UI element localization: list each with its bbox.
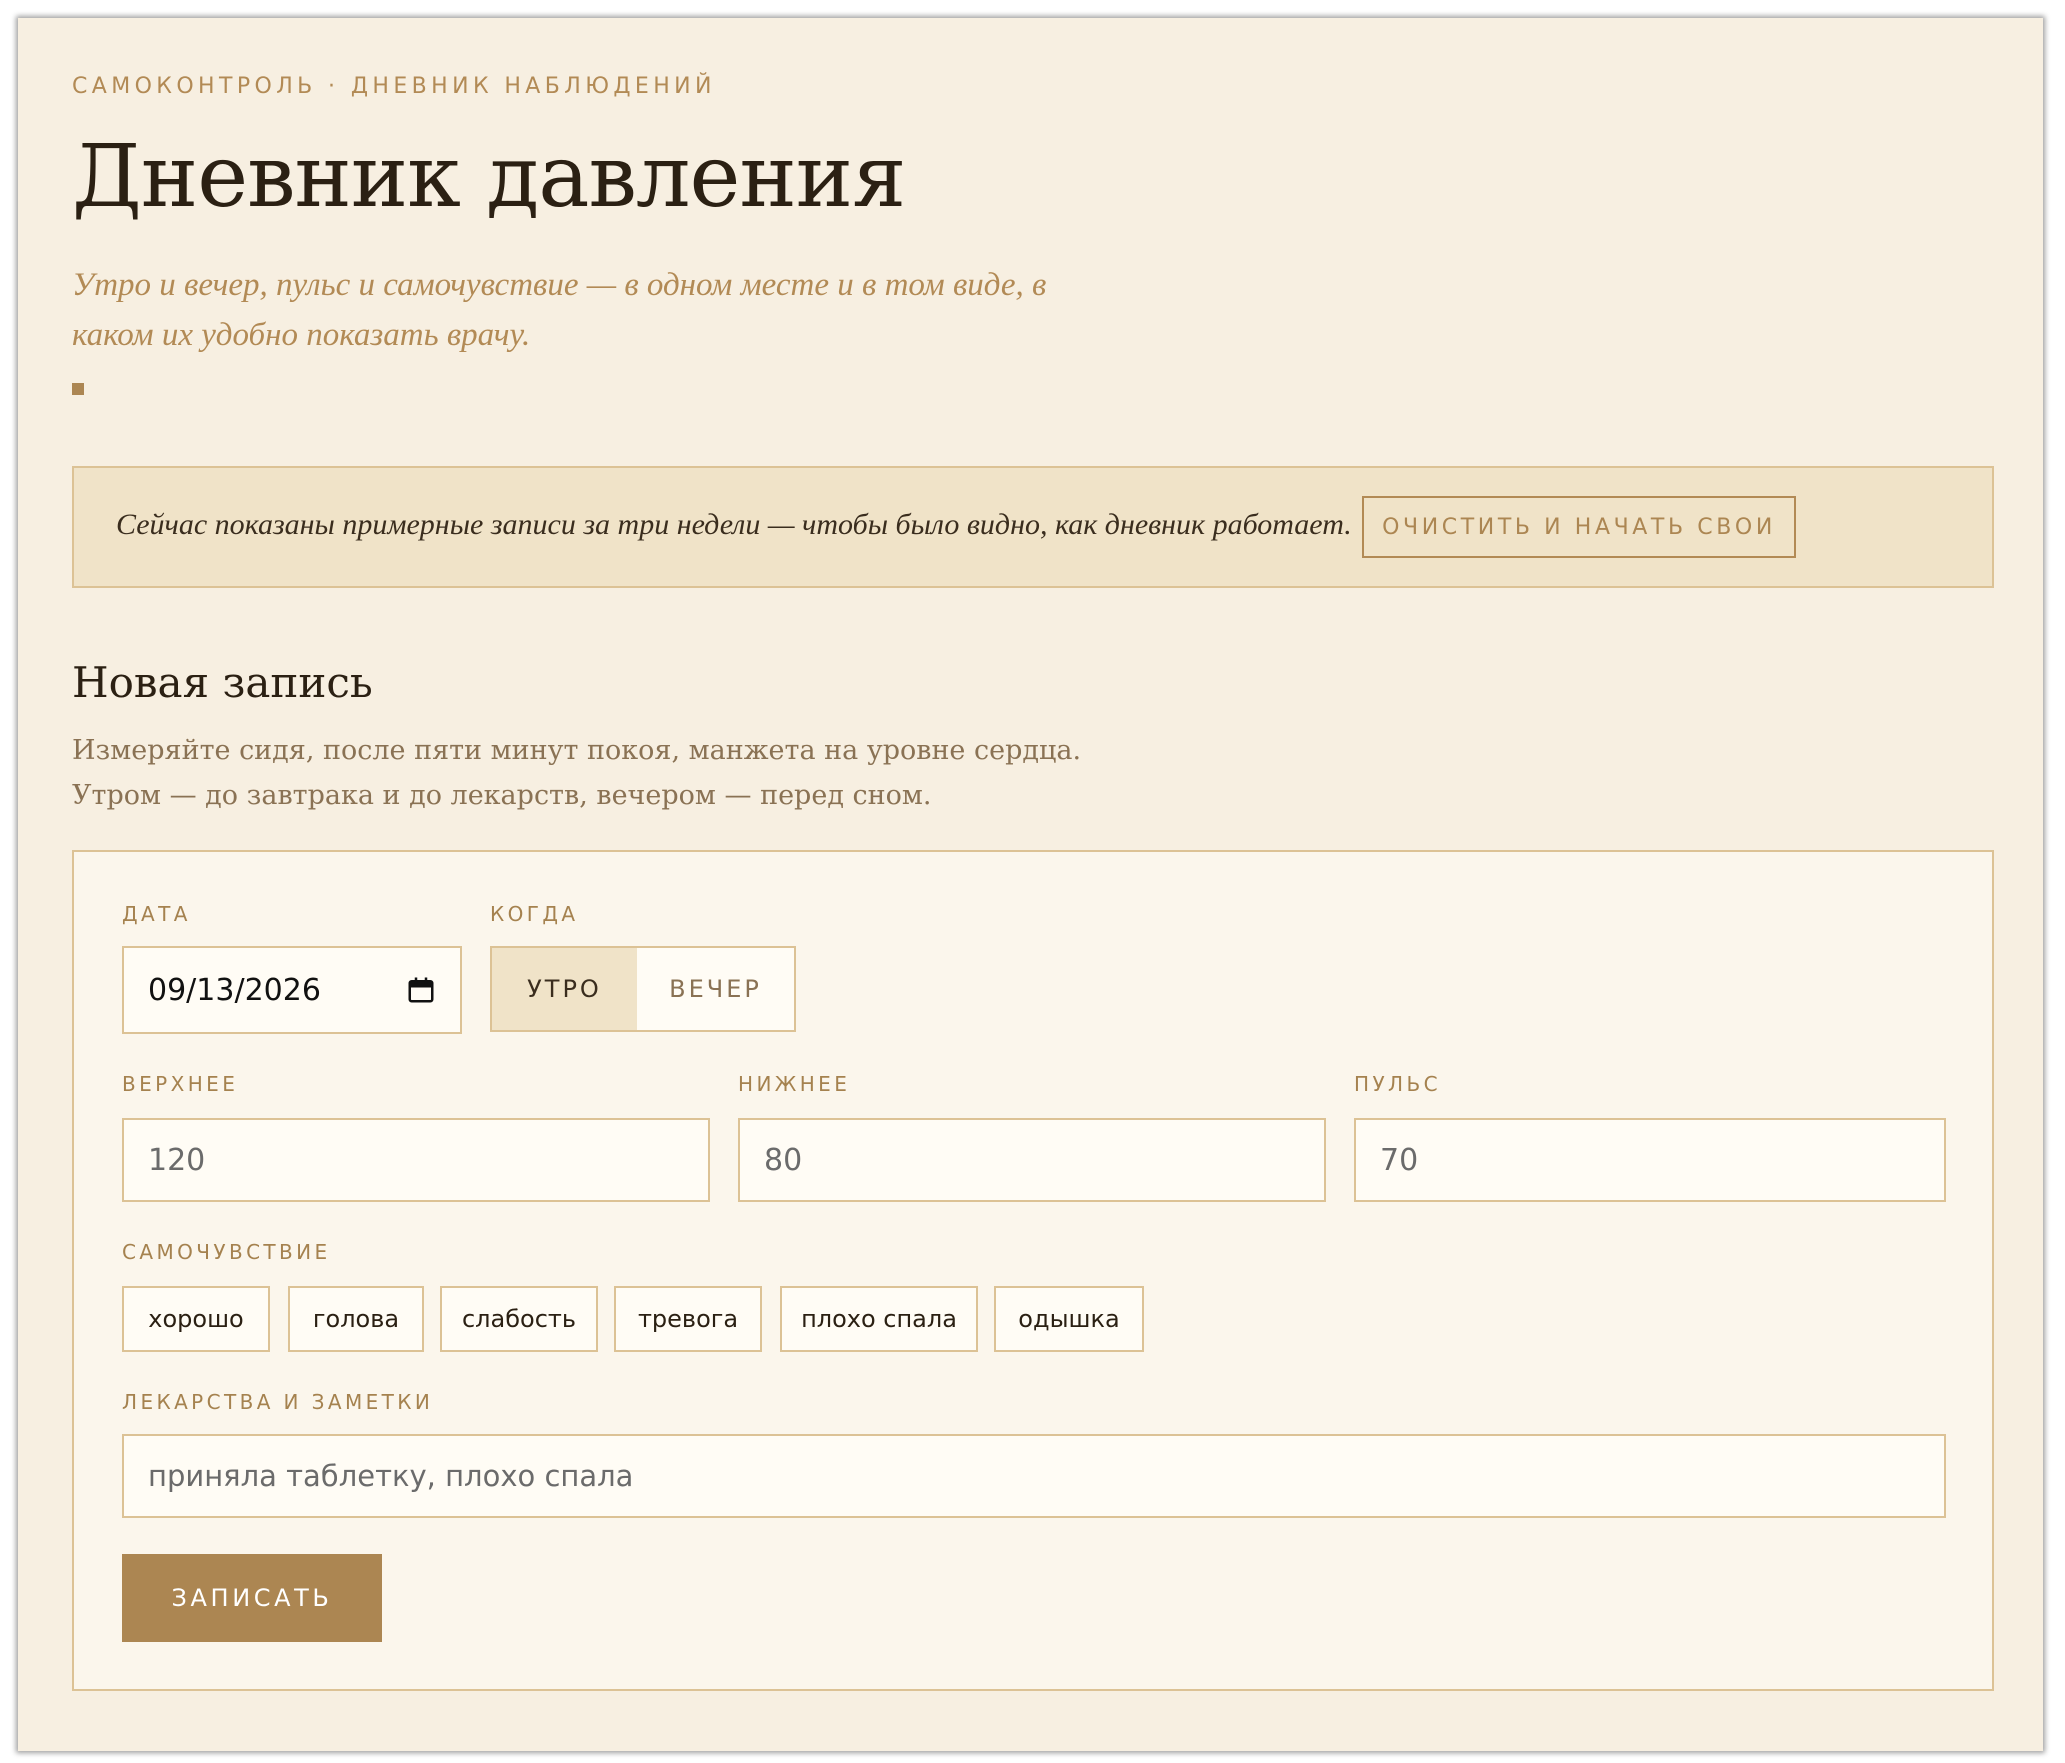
systolic-placeholder: 120 <box>148 1142 206 1178</box>
page-subtitle: Утро и вечер, пульс и самочувствие — в о… <box>72 260 1112 360</box>
hint-line-2: Утром — до завтрака и до лекарств, вечер… <box>72 780 932 811</box>
date-field[interactable]: 09/13/2026 <box>122 946 462 1034</box>
wellbeing-tag-weakness[interactable]: слабость <box>440 1286 598 1352</box>
new-entry-title: Новая запись <box>72 658 373 707</box>
diastolic-input[interactable]: 80 <box>738 1118 1326 1202</box>
diastolic-placeholder: 80 <box>764 1142 803 1178</box>
diastolic-label: НИЖНЕЕ <box>738 1072 851 1096</box>
demo-notice-text: Сейчас показаны примерные записи за три … <box>116 508 1352 541</box>
subtitle-line-2: каком их удобно показать врачу. <box>72 317 531 353</box>
notes-input[interactable]: приняла таблетку, плохо спала <box>122 1434 1946 1518</box>
demo-notice-banner: Сейчас показаны примерные записи за три … <box>72 466 1994 588</box>
pulse-input[interactable]: 70 <box>1354 1118 1946 1202</box>
wellbeing-tag-anxiety[interactable]: тревога <box>614 1286 762 1352</box>
time-of-day-toggle: УТРО ВЕЧЕР <box>490 946 796 1032</box>
subtitle-line-1: Утро и вечер, пульс и самочувствие — в о… <box>72 267 1047 303</box>
toggle-morning[interactable]: УТРО <box>492 948 637 1030</box>
when-label: КОГДА <box>490 902 579 926</box>
date-value: 09/13/2026 <box>148 972 321 1008</box>
measurement-hint: Измеряйте сидя, после пяти минут покоя, … <box>72 728 1081 818</box>
page-title: Дневник давления <box>72 127 906 227</box>
wellbeing-tag-good[interactable]: хорошо <box>122 1286 270 1352</box>
clear-and-start-button[interactable]: ОЧИСТИТЬ И НАЧАТЬ СВОИ <box>1362 496 1796 558</box>
hint-line-1: Измеряйте сидя, после пяти минут покоя, … <box>72 735 1082 766</box>
systolic-input[interactable]: 120 <box>122 1118 710 1202</box>
pulse-placeholder: 70 <box>1380 1142 1419 1178</box>
wellbeing-tag-headache[interactable]: голова <box>288 1286 424 1352</box>
calendar-icon[interactable] <box>406 975 436 1005</box>
eyebrow-label: САМОКОНТРОЛЬ · ДНЕВНИК НАБЛЮДЕНИЙ <box>72 74 716 99</box>
square-bullet-icon <box>72 383 84 395</box>
date-label: ДАТА <box>122 902 191 926</box>
submit-entry-button[interactable]: ЗАПИСАТЬ <box>122 1554 382 1642</box>
wellbeing-label: САМОЧУВСТВИЕ <box>122 1240 331 1264</box>
page-frame: САМОКОНТРОЛЬ · ДНЕВНИК НАБЛЮДЕНИЙ Дневни… <box>18 18 2043 1751</box>
toggle-evening[interactable]: ВЕЧЕР <box>637 948 794 1030</box>
notes-label: ЛЕКАРСТВА И ЗАМЕТКИ <box>122 1390 434 1414</box>
new-entry-form: ДАТА 09/13/2026 КОГДА УТРО ВЕЧЕР ВЕРХНЕЕ… <box>72 850 1994 1691</box>
wellbeing-tag-shortness-of-breath[interactable]: одышка <box>994 1286 1144 1352</box>
systolic-label: ВЕРХНЕЕ <box>122 1072 239 1096</box>
notes-placeholder: приняла таблетку, плохо спала <box>148 1459 634 1493</box>
pulse-label: ПУЛЬС <box>1354 1072 1441 1096</box>
wellbeing-tag-poor-sleep[interactable]: плохо спала <box>780 1286 978 1352</box>
